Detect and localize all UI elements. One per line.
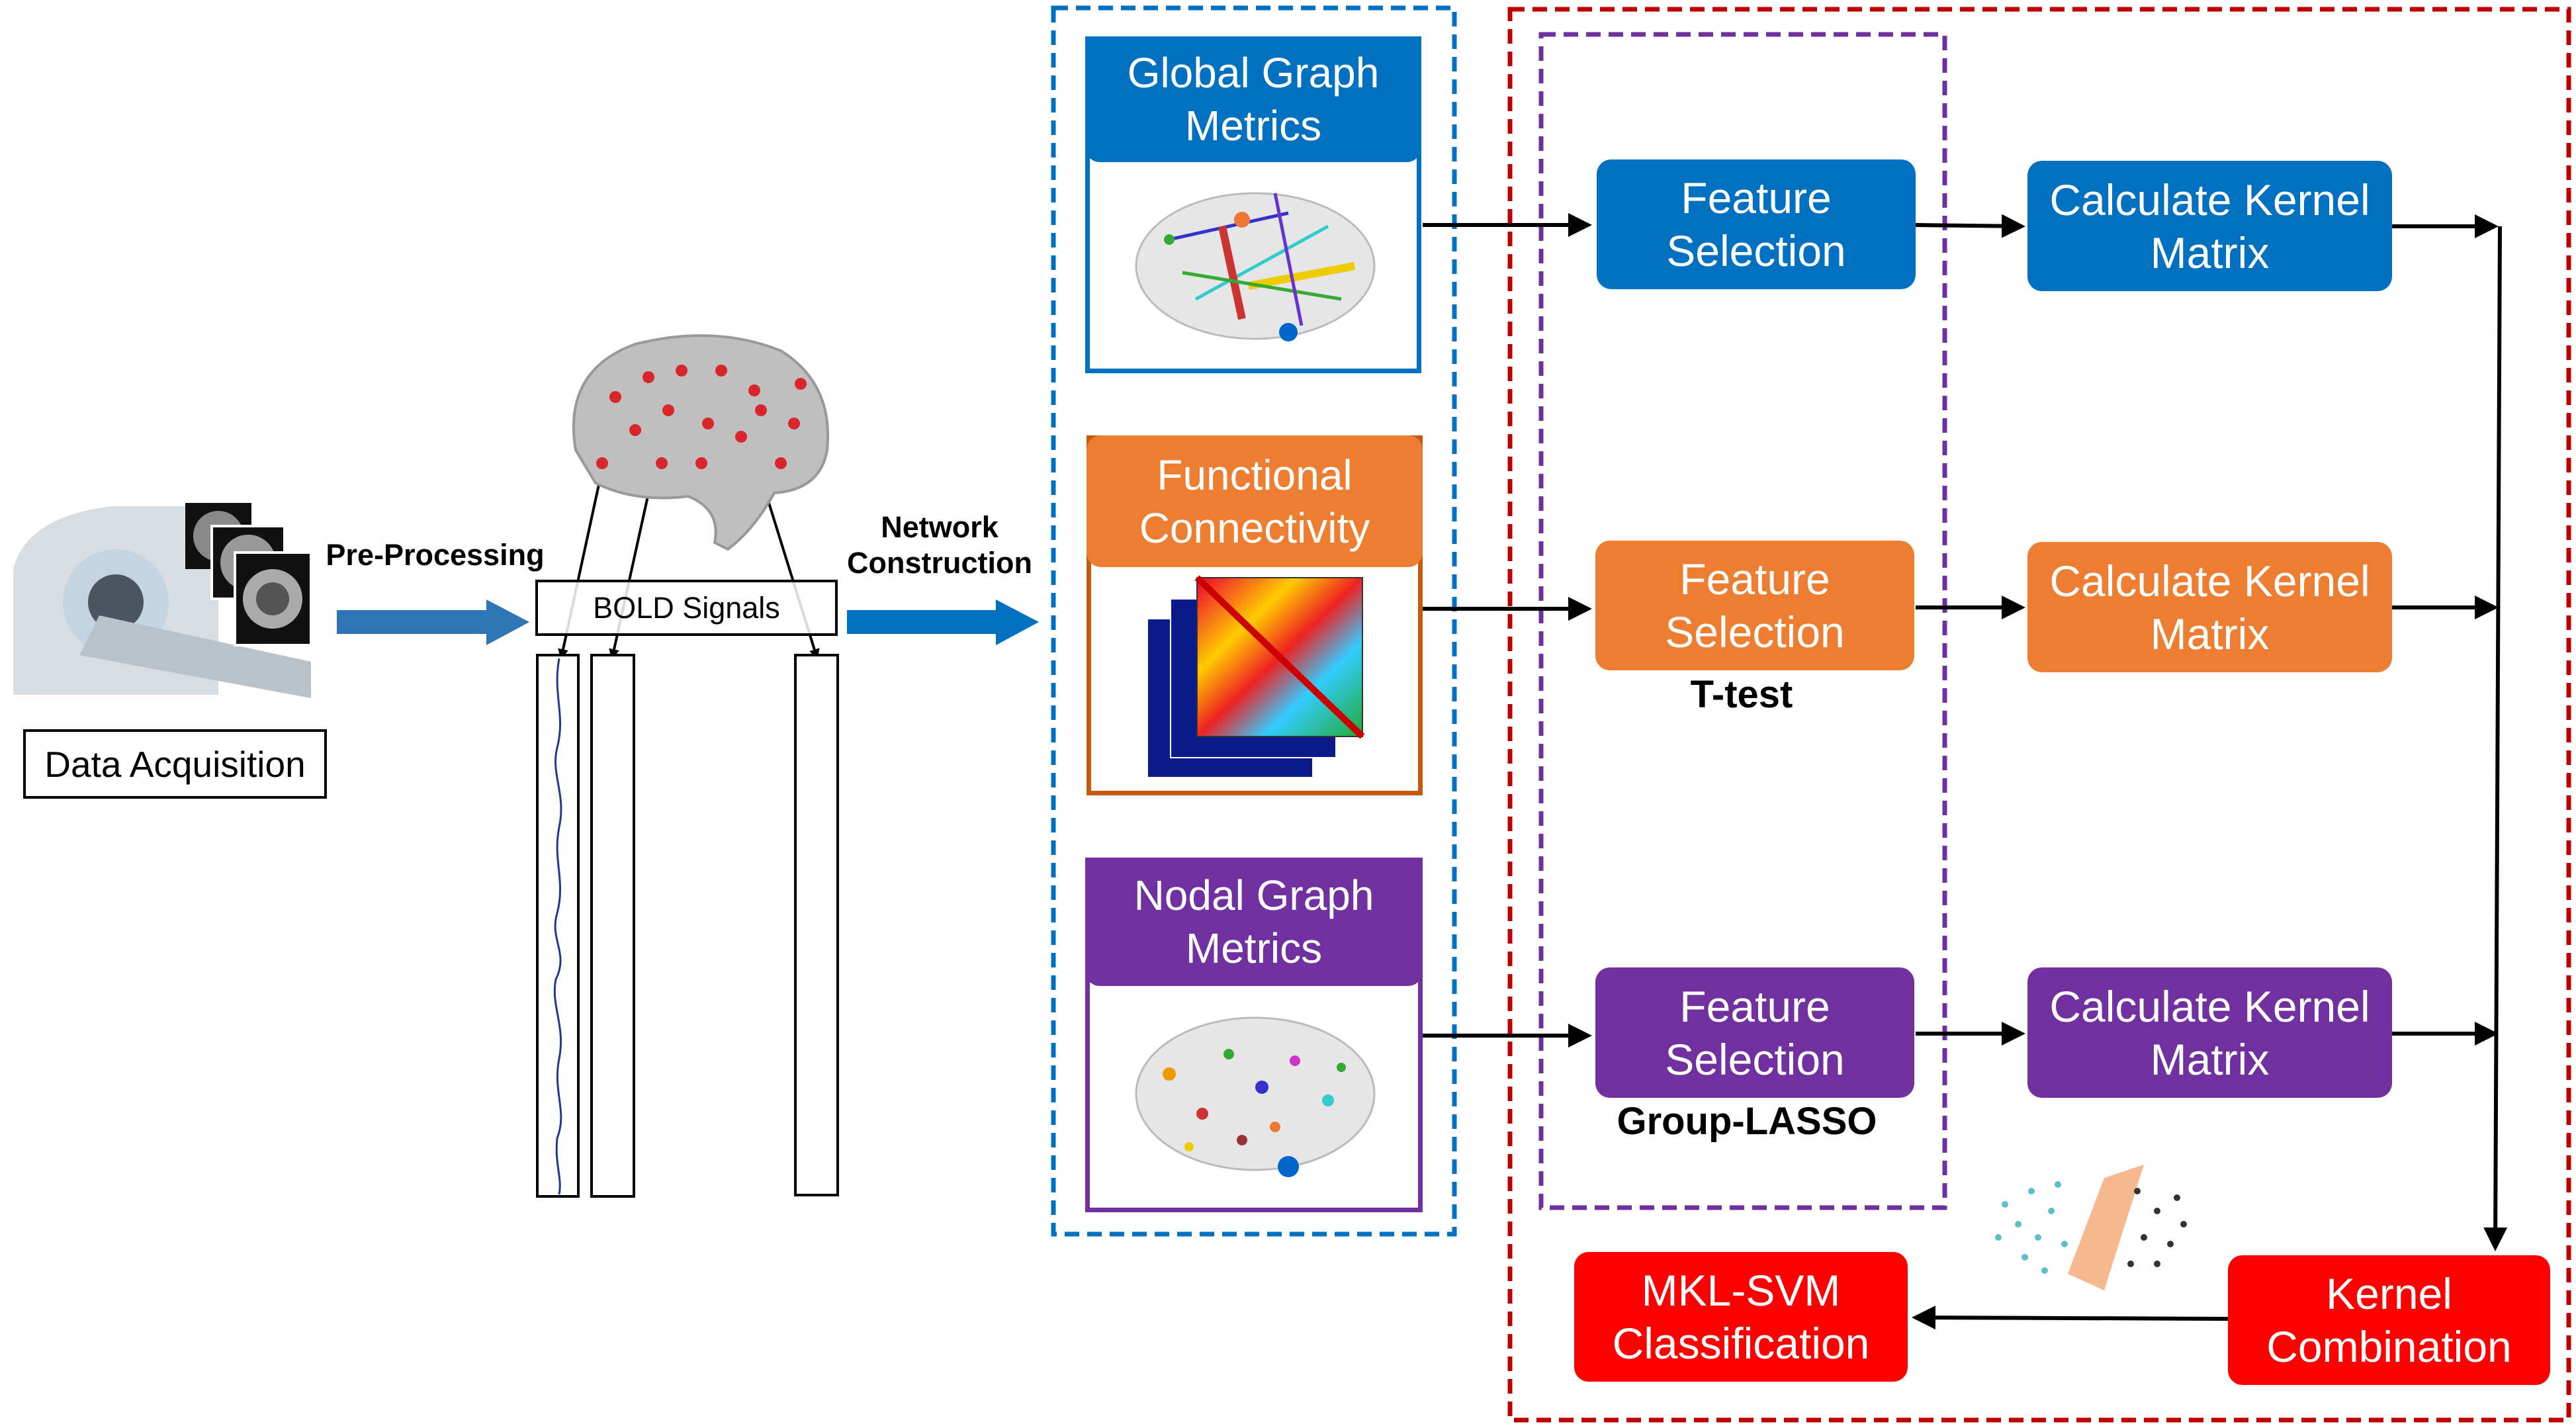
signal-column-3 (794, 654, 839, 1196)
kernel-combination-box: Kernel Combination (2228, 1255, 2550, 1385)
network-label-line1: Network (881, 510, 999, 544)
preprocessing-arrow (337, 600, 529, 645)
feature-selection-connectivity: Feature Selection (1595, 541, 1914, 670)
nodal-graph-metrics-header: Nodal Graph Metrics (1085, 858, 1423, 986)
network-construction-label: Network Construction (840, 510, 1039, 581)
feature-selection-nodal: Feature Selection (1595, 967, 1914, 1098)
brain-roi-icon (572, 334, 830, 551)
functional-connectivity-header: Functional Connectivity (1087, 435, 1423, 567)
network-construction-arrow (847, 600, 1039, 645)
bold-signals-box: BOLD Signals (535, 580, 838, 636)
mkl-svm-classification-box: MKL-SVM Classification (1574, 1252, 1908, 1382)
feature-selection-global: Feature Selection (1597, 159, 1916, 289)
functional-connectivity-panel: Functional Connectivity (1087, 435, 1423, 795)
signal-column-1 (536, 654, 580, 1198)
nodal-graph-metrics-panel: Nodal Graph Metrics (1085, 858, 1423, 1212)
global-graph-metrics-header: Global Graph Metrics (1085, 36, 1421, 162)
network-label-line2: Construction (847, 546, 1032, 580)
brain-network-icon (1135, 192, 1376, 341)
t-test-label: T-test (1690, 673, 1793, 716)
svm-hyperplane-icon (1995, 1165, 2187, 1290)
kernel-matrix-nodal: Calculate Kernel Matrix (2027, 967, 2392, 1098)
signal-column-2 (590, 654, 635, 1198)
data-acquisition-box: Data Acquisition (23, 729, 327, 799)
kernel-matrix-global: Calculate Kernel Matrix (2027, 161, 2392, 291)
kernel-matrix-connectivity: Calculate Kernel Matrix (2027, 542, 2392, 672)
group-lasso-label: Group-LASSO (1617, 1100, 1877, 1143)
connectivity-matrix-icon (1147, 575, 1365, 778)
preprocessing-label: Pre-Processing (326, 538, 545, 572)
brain-nodes-icon (1135, 1016, 1376, 1177)
mri-scanner-icon (13, 503, 312, 698)
global-graph-metrics-panel: Global Graph Metrics (1085, 36, 1421, 373)
